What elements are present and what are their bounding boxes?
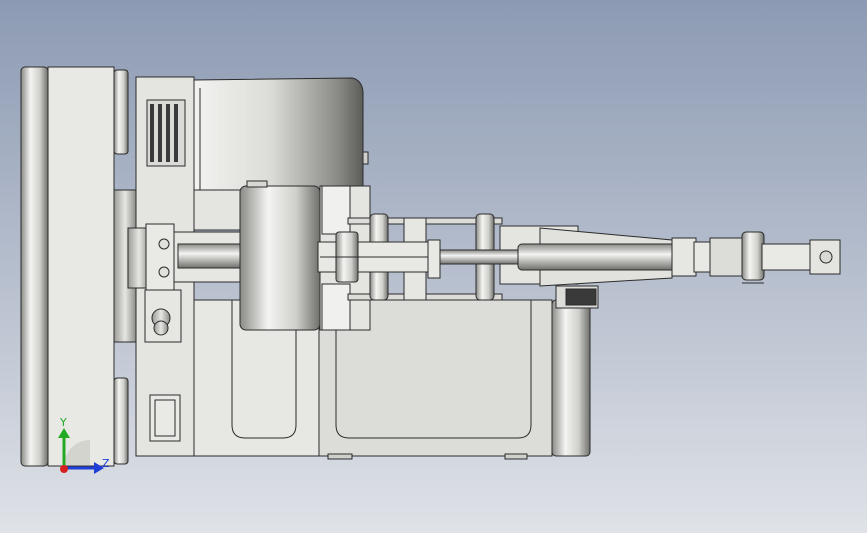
cad-graphics-area[interactable]: Y Z — [0, 0, 867, 533]
model-view-svg[interactable]: Y Z — [0, 0, 867, 533]
x-axis-marker — [60, 465, 68, 473]
z-axis-label: Z — [102, 457, 110, 470]
y-axis-label: Y — [59, 416, 67, 429]
base-plate — [20, 66, 137, 467]
